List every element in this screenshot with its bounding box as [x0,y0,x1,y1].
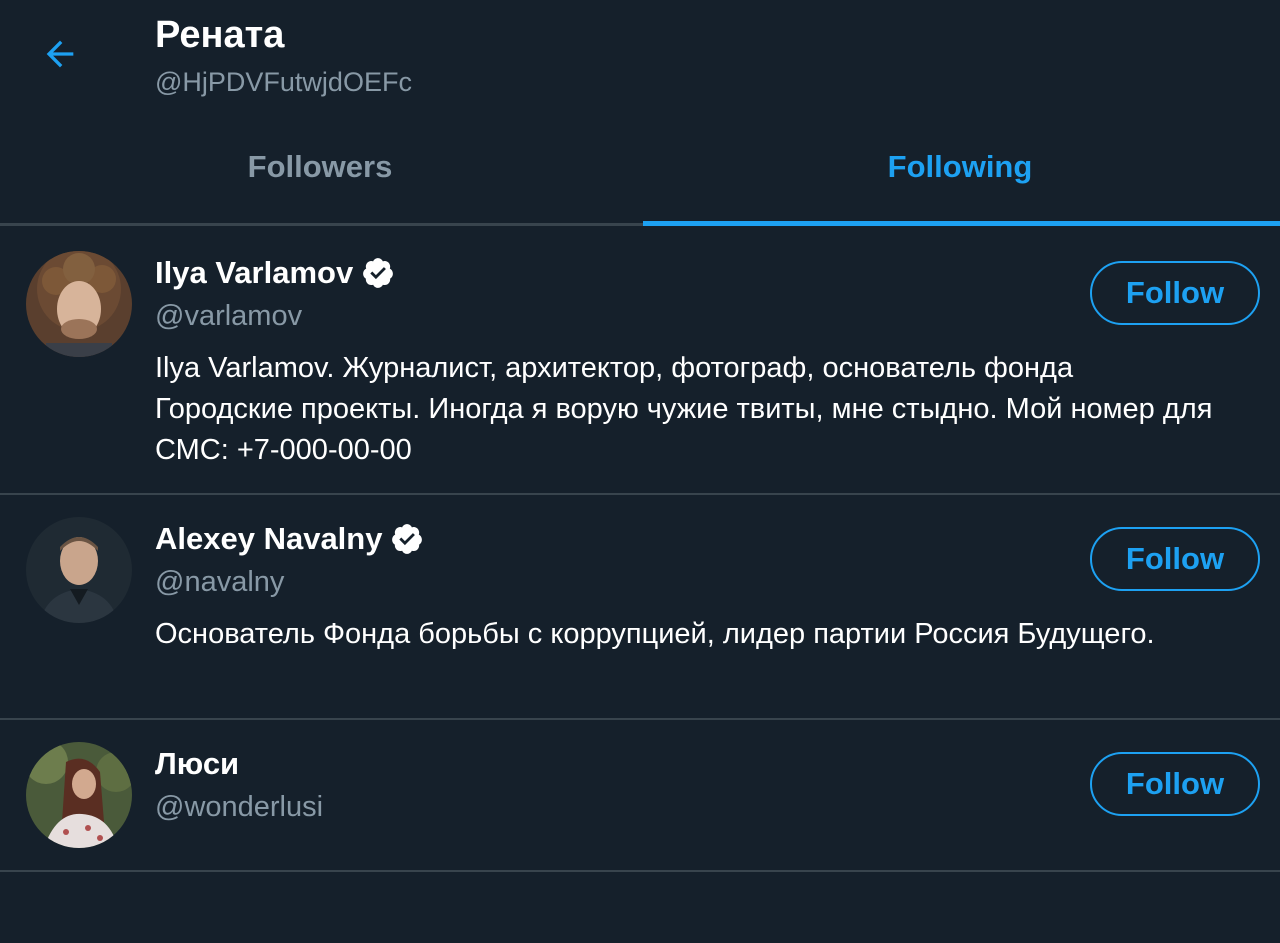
verified-badge-icon [390,522,424,556]
page-title: Рената [155,14,285,56]
avatar[interactable] [26,517,132,623]
user-handle: @wonderlusi [155,791,324,823]
tab-followers[interactable]: Followers [0,118,640,223]
list-item[interactable]: Alexey Navalny @navalny Основатель Фонда… [0,495,1280,720]
follow-button[interactable]: Follow [1090,261,1260,325]
name-line: Alexey Navalny [155,519,424,559]
user-name: Ilya Varlamov [155,255,354,290]
list-item[interactable]: Люси @wonderlusi Follow [0,720,1280,872]
arrow-left-icon [46,40,74,68]
user-name: Люси [155,746,240,781]
user-bio: Основатель Фонда борьбы с коррупцией, ли… [155,618,1155,650]
avatar-image [26,517,132,623]
follow-button[interactable]: Follow [1090,527,1260,591]
user-handle: @navalny [155,566,285,598]
avatar[interactable] [26,742,132,848]
avatar-image [26,251,132,357]
page-handle: @HjPDVFutwjdOEFc [155,67,412,97]
list-item[interactable]: Ilya Varlamov @varlamov Ilya Varlamov. Ж… [0,229,1280,495]
verified-badge-icon [361,256,395,290]
avatar-image [26,742,132,848]
back-button[interactable] [30,26,90,82]
user-handle: @varlamov [155,300,303,332]
follow-button[interactable]: Follow [1090,752,1260,816]
tab-following[interactable]: Following [640,118,1280,226]
user-name: Alexey Navalny [155,521,383,556]
header: Рената @HjPDVFutwjdOEFc [0,0,1280,118]
avatar[interactable] [26,251,132,357]
name-line: Ilya Varlamov [155,253,395,293]
tab-bar: Followers Following [0,118,1280,226]
name-line: Люси [155,744,239,784]
following-page: Рената @HjPDVFutwjdOEFc Followers Follow… [0,0,1280,943]
user-bio: Ilya Varlamov. Журналист, архитектор, фо… [155,352,1213,466]
